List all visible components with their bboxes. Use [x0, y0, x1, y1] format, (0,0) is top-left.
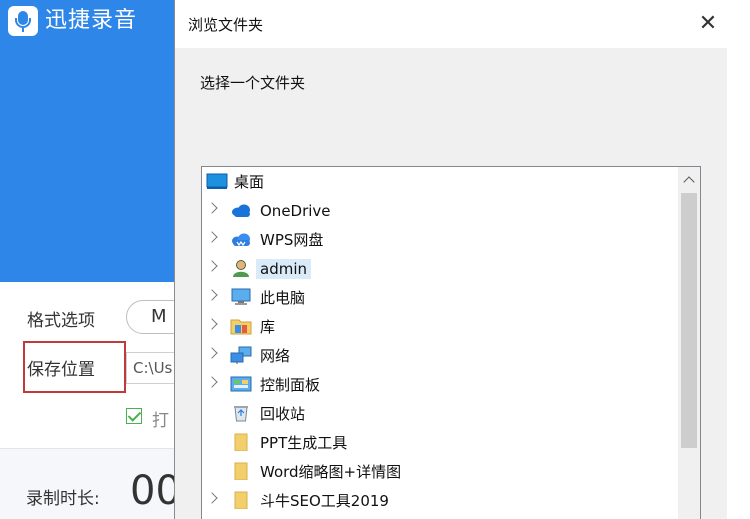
- tree-item-onedrive[interactable]: OneDrive: [202, 196, 678, 225]
- tree-item-label: OneDrive: [260, 202, 331, 220]
- tree-item-label: 此电脑: [260, 289, 306, 307]
- network-icon: [230, 346, 252, 364]
- close-icon[interactable]: ✕: [690, 6, 726, 42]
- app-title: 迅捷录音: [45, 8, 138, 33]
- tree-item-label: admin: [256, 259, 311, 279]
- chevron-right-icon[interactable]: [206, 318, 218, 330]
- tree-item-folder-word[interactable]: Word缩略图+详情图: [202, 457, 678, 486]
- tree-item-label: 库: [260, 318, 276, 336]
- open-folder-checkbox[interactable]: [126, 408, 142, 424]
- wps-cloud-icon: [232, 233, 250, 247]
- format-label: 格式选项: [27, 311, 95, 331]
- tree-item-label: WPS网盘: [260, 231, 324, 249]
- desktop-icon: [206, 173, 228, 189]
- tree-item-label: 回收站: [260, 405, 306, 423]
- tree-scrollbar[interactable]: [678, 167, 700, 519]
- chevron-right-icon[interactable]: [206, 376, 218, 388]
- scroll-thumb[interactable]: [681, 193, 697, 448]
- microphone-logo-icon: [8, 6, 38, 36]
- tree-item-desktop[interactable]: 桌面: [202, 167, 678, 196]
- tree-item-control-panel[interactable]: 控制面板: [202, 370, 678, 399]
- tree-item-admin[interactable]: admin: [202, 254, 678, 283]
- user-icon: [233, 260, 249, 277]
- tree-item-folder-seo[interactable]: 斗牛SEO工具2019: [202, 486, 678, 515]
- tree-item-label: 斗牛SEO工具2019: [260, 492, 389, 510]
- dialog-title: 浏览文件夹: [188, 16, 264, 34]
- tree-item-network[interactable]: 网络: [202, 341, 678, 370]
- chevron-right-icon[interactable]: [206, 347, 218, 359]
- tree-item-library[interactable]: 库: [202, 312, 678, 341]
- open-folder-checkbox-label: 打: [152, 411, 169, 431]
- save-location-label: 保存位置: [27, 360, 95, 380]
- cloud-icon: [232, 204, 250, 217]
- tree-item-label: Word缩略图+详情图: [260, 463, 402, 481]
- chevron-right-icon[interactable]: [206, 289, 218, 301]
- tree-item-folder-ppt[interactable]: PPT生成工具: [202, 428, 678, 457]
- scroll-up-arrow-icon[interactable]: [682, 173, 696, 187]
- dialog-right-edge: [727, 48, 750, 519]
- tree-item-recycle-bin[interactable]: 回收站: [202, 399, 678, 428]
- folder-icon: [234, 433, 248, 451]
- browse-folder-dialog: 浏览文件夹 ✕ 选择一个文件夹 桌面 OneDrive WPS网盘 admin …: [174, 0, 750, 519]
- control-panel-icon: [230, 376, 252, 392]
- tree-item-label: PPT生成工具: [260, 434, 348, 452]
- dialog-prompt: 选择一个文件夹: [200, 74, 306, 92]
- recycle-bin-icon: [234, 406, 248, 422]
- duration-label: 录制时长:: [26, 489, 100, 509]
- chevron-right-icon[interactable]: [206, 260, 218, 272]
- tree-item-wps-cloud[interactable]: WPS网盘: [202, 225, 678, 254]
- tree-item-label: 网络: [260, 347, 291, 365]
- folder-icon: [234, 462, 248, 480]
- tree-item-label: 桌面: [234, 173, 265, 191]
- chevron-right-icon[interactable]: [206, 231, 218, 243]
- chevron-right-icon[interactable]: [206, 202, 218, 214]
- tree-item-this-pc[interactable]: 此电脑: [202, 283, 678, 312]
- dialog-titlebar: 浏览文件夹 ✕: [175, 0, 750, 48]
- library-icon: [230, 319, 252, 335]
- computer-icon: [231, 288, 251, 305]
- folder-tree[interactable]: 桌面 OneDrive WPS网盘 admin 此电脑 库 网络 控制面板 回收…: [201, 166, 701, 519]
- folder-icon: [234, 491, 248, 509]
- chevron-right-icon[interactable]: [206, 492, 218, 504]
- tree-item-label: 控制面板: [260, 376, 321, 394]
